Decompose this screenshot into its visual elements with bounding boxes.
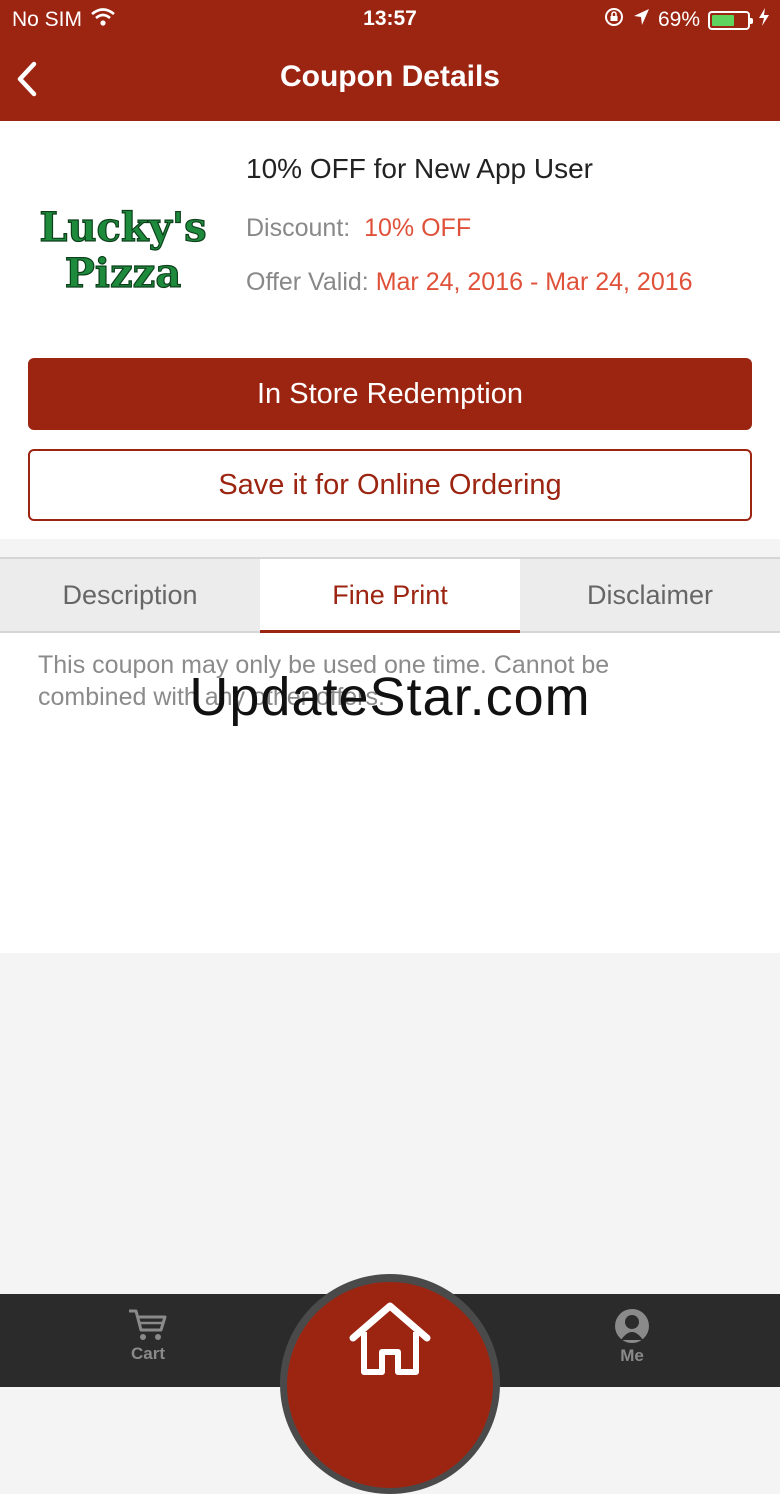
cart-icon	[129, 1309, 167, 1340]
valid-value: Mar 24, 2016 - Mar 24, 2016	[375, 268, 693, 296]
status-right: 69%	[604, 7, 770, 33]
tab-cart[interactable]: Cart	[98, 1308, 198, 1364]
discount-label: Discount:	[246, 214, 351, 242]
save-online-ordering-button[interactable]: Save it for Online Ordering	[28, 449, 752, 521]
battery-icon	[708, 10, 753, 30]
in-store-redemption-button[interactable]: In Store Redemption	[28, 358, 752, 430]
tab-me-label: Me	[620, 1346, 644, 1365]
detail-tabs: Description Fine Print Disclaimer	[0, 557, 780, 633]
battery-fill	[712, 14, 735, 26]
tab-me[interactable]: Me	[582, 1308, 682, 1366]
watermark: UpdateStar.com	[189, 667, 591, 727]
tab-fine-print[interactable]: Fine Print	[260, 559, 520, 633]
page-title: Coupon Details	[279, 60, 500, 93]
tab-cart-label: Cart	[130, 1344, 165, 1363]
valid-label: Offer Valid:	[246, 268, 369, 296]
valid-row: Offer Valid: Mar 24, 2016 - Mar 24, 2016	[246, 268, 693, 297]
home-button[interactable]	[287, 1282, 493, 1488]
location-arrow-icon	[632, 7, 650, 33]
logo-line-2: Pizza	[65, 250, 182, 297]
home-icon	[349, 1302, 431, 1375]
status-bar: No SIM 13:57 69%	[0, 0, 780, 40]
logo-line-1: Lucky's	[39, 204, 206, 251]
tab-disclaimer[interactable]: Disclaimer	[520, 559, 780, 631]
coupon-title: 10% OFF for New App User	[246, 153, 594, 184]
tab-description[interactable]: Description	[0, 559, 260, 631]
person-icon	[615, 1309, 649, 1343]
store-logo: Lucky's Pizza	[38, 199, 208, 299]
charging-icon	[758, 7, 770, 33]
discount-row: Discount: 10% OFF	[246, 214, 471, 243]
battery-percent: 69%	[657, 8, 700, 31]
header: No SIM 13:57 69% Coupon Details	[0, 0, 780, 121]
orientation-lock-icon	[604, 7, 624, 33]
discount-value: 10% OFF	[364, 214, 472, 242]
